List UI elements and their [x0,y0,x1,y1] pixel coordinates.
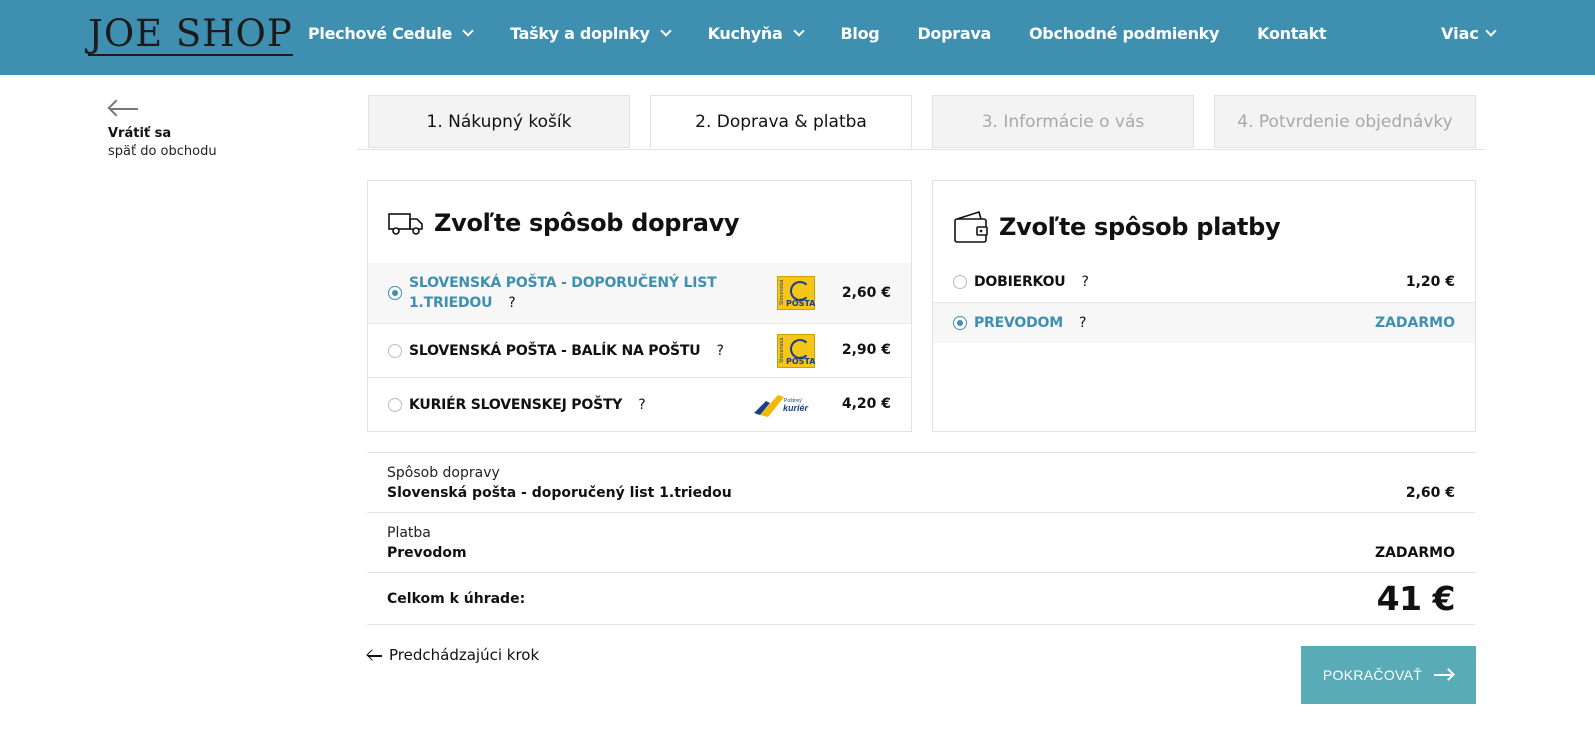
nav-label: Doprava [917,24,991,43]
step-confirmation: 4. Potvrdenie objednávky [1214,95,1476,148]
total-price: 41 € [1376,579,1456,618]
shop-logo[interactable]: JOE SHOP [88,12,293,56]
chevron-down-icon [659,25,672,37]
nav-label: Tašky a doplnky [510,24,650,43]
summary-total-row: Celkom k úhrade: 41 € [367,572,1475,625]
previous-step-link[interactable]: Predchádzajúci krok [366,646,540,664]
arrow-left-icon [366,649,383,661]
nav-label: Kontakt [1257,24,1327,43]
payment-panel: Zvoľte spôsob platby DOBIERKOU? 1,20 € P… [932,180,1476,432]
payment-price: 1,20 € [1405,274,1455,290]
shipping-option-list[interactable]: SLOVENSKÁ POŠTA - DOPORUČENÝ LIST 1.TRIE… [368,263,911,324]
help-icon[interactable]: ? [638,397,645,413]
nav-item-kontakt[interactable]: Kontakt [1257,24,1326,43]
payment-option-transfer[interactable]: PREVODOM? ZADARMO [933,303,1475,343]
continue-label: POKRAČOVAŤ [1322,667,1423,683]
shipping-option-label: KURIÉR SLOVENSKEJ POŠTY? [409,395,646,415]
top-header: JOE SHOP Plechové Cedule Tašky a doplnky… [0,0,1595,75]
back-subtitle: späť do obchodu [108,144,217,159]
payment-header: Zvoľte spôsob platby [953,209,1281,245]
help-icon[interactable]: ? [508,295,515,311]
kurier-logo: Poštový kuriér [754,395,809,417]
shipping-price: 2,60 € [841,285,891,301]
previous-step-label: Predchádzajúci krok [389,646,540,664]
step-shipping-payment[interactable]: 2. Doprava & platba [650,95,912,149]
summary-shipping-price: 2,60 € [1405,485,1455,501]
help-icon[interactable]: ? [716,343,723,359]
nav-item-plechove-cedule[interactable]: Plechové Cedule [308,24,474,43]
radio-unselected[interactable] [388,398,402,412]
summary-payment-row: Platba Prevodom ZADARMO [367,512,1475,572]
back-to-shop-link[interactable]: Vrátiť sa späť do obchodu [107,98,217,159]
shipping-title: Zvoľte spôsob dopravy [434,209,740,237]
help-icon[interactable]: ? [1079,315,1086,331]
payment-option-text: DOBIERKOU [974,274,1066,290]
slovenska-posta-logo: Slovenská POŠTA [777,276,815,310]
radio-unselected[interactable] [388,344,402,358]
nav-item-obchodne-podmienky[interactable]: Obchodné podmienky [1029,24,1219,43]
nav-label: Obchodné podmienky [1028,24,1220,43]
shipping-panel: Zvoľte spôsob dopravy SLOVENSKÁ POŠTA - … [367,180,912,432]
shipping-option-line1: KURIÉR SLOVENSKEJ POŠTY [409,397,623,413]
summary-payment-price: ZADARMO [1374,545,1455,561]
total-label: Celkom k úhrade: [387,591,526,607]
payment-title: Zvoľte spôsob platby [999,213,1281,241]
summary-shipping-label: Spôsob dopravy [387,465,500,481]
summary-shipping-row: Spôsob dopravy Slovenská pošta - doporuč… [367,452,1475,512]
shipping-option-courier[interactable]: KURIÉR SLOVENSKEJ POŠTY? Poštový kuriér … [368,378,911,432]
shipping-option-label: SLOVENSKÁ POŠTA - BALÍK NA POŠTU? [409,341,724,361]
nav-item-doprava[interactable]: Doprava [917,24,991,43]
nav-more-label: Viac [1441,24,1479,43]
checkout-steps: 1. Nákupný košík 2. Doprava & platba 3. … [357,95,1485,150]
shipping-option-label: SLOVENSKÁ POŠTA - DOPORUČENÝ LIST 1.TRIE… [409,273,717,313]
nav-item-blog[interactable]: Blog [841,24,880,43]
radio-unselected[interactable] [953,275,967,289]
step-cart[interactable]: 1. Nákupný košík [368,95,630,148]
svg-text:kuriér: kuriér [783,403,809,413]
shipping-option-line1: SLOVENSKÁ POŠTA - DOPORUČENÝ LIST [409,275,717,291]
radio-selected[interactable] [953,316,967,330]
nav-label: Kuchyňa [707,24,783,43]
payment-option-cod[interactable]: DOBIERKOU? 1,20 € [933,263,1475,303]
order-summary: Spôsob dopravy Slovenská pošta - doporuč… [367,452,1475,625]
chevron-down-icon [462,25,474,37]
wallet-icon [954,210,988,243]
shipping-option-line2: 1.TRIEDOU [409,295,493,311]
logo-underline [88,54,293,56]
radio-selected[interactable] [388,286,402,300]
continue-button[interactable]: POKRAČOVAŤ [1301,646,1476,704]
payment-price: ZADARMO [1374,315,1455,331]
shipping-price: 2,90 € [841,342,891,358]
summary-payment-value: Prevodom [387,545,467,561]
logo-text: JOE SHOP [88,12,293,55]
chevron-down-icon [1485,25,1497,37]
nav-item-kuchyna[interactable]: Kuchyňa [707,24,805,43]
summary-payment-label: Platba [387,525,431,541]
nav-more-menu[interactable]: Viac [1441,24,1497,43]
payment-option-label: PREVODOM? [974,313,1086,333]
nav-label: Blog [840,24,880,43]
chevron-down-icon [792,25,805,37]
arrow-right-icon [1434,668,1455,681]
summary-shipping-value: Slovenská pošta - doporučený list 1.trie… [387,485,732,501]
payment-option-label: DOBIERKOU? [974,272,1089,292]
help-icon[interactable]: ? [1081,274,1088,290]
arrow-left-icon [107,98,140,118]
step-information: 3. Informácie o vás [932,95,1194,148]
slovenska-posta-logo: Slovenská POŠTA [777,334,815,368]
shipping-price: 4,20 € [841,396,891,412]
shipping-option-parcel[interactable]: SLOVENSKÁ POŠTA - BALÍK NA POŠTU? Sloven… [368,324,911,378]
shipping-option-line1: SLOVENSKÁ POŠTA - BALÍK NA POŠTU [409,343,701,359]
shipping-header: Zvoľte spôsob dopravy [388,209,740,237]
nav-item-tasky-a-doplnky[interactable]: Tašky a doplnky [510,24,672,43]
payment-option-text: PREVODOM [974,315,1063,331]
back-title: Vrátiť sa [108,126,172,141]
truck-icon [388,213,423,235]
nav-label: Plechové Cedule [308,24,453,43]
main-nav: Plechové Cedule Tašky a doplnky Kuchyňa … [308,24,1364,43]
